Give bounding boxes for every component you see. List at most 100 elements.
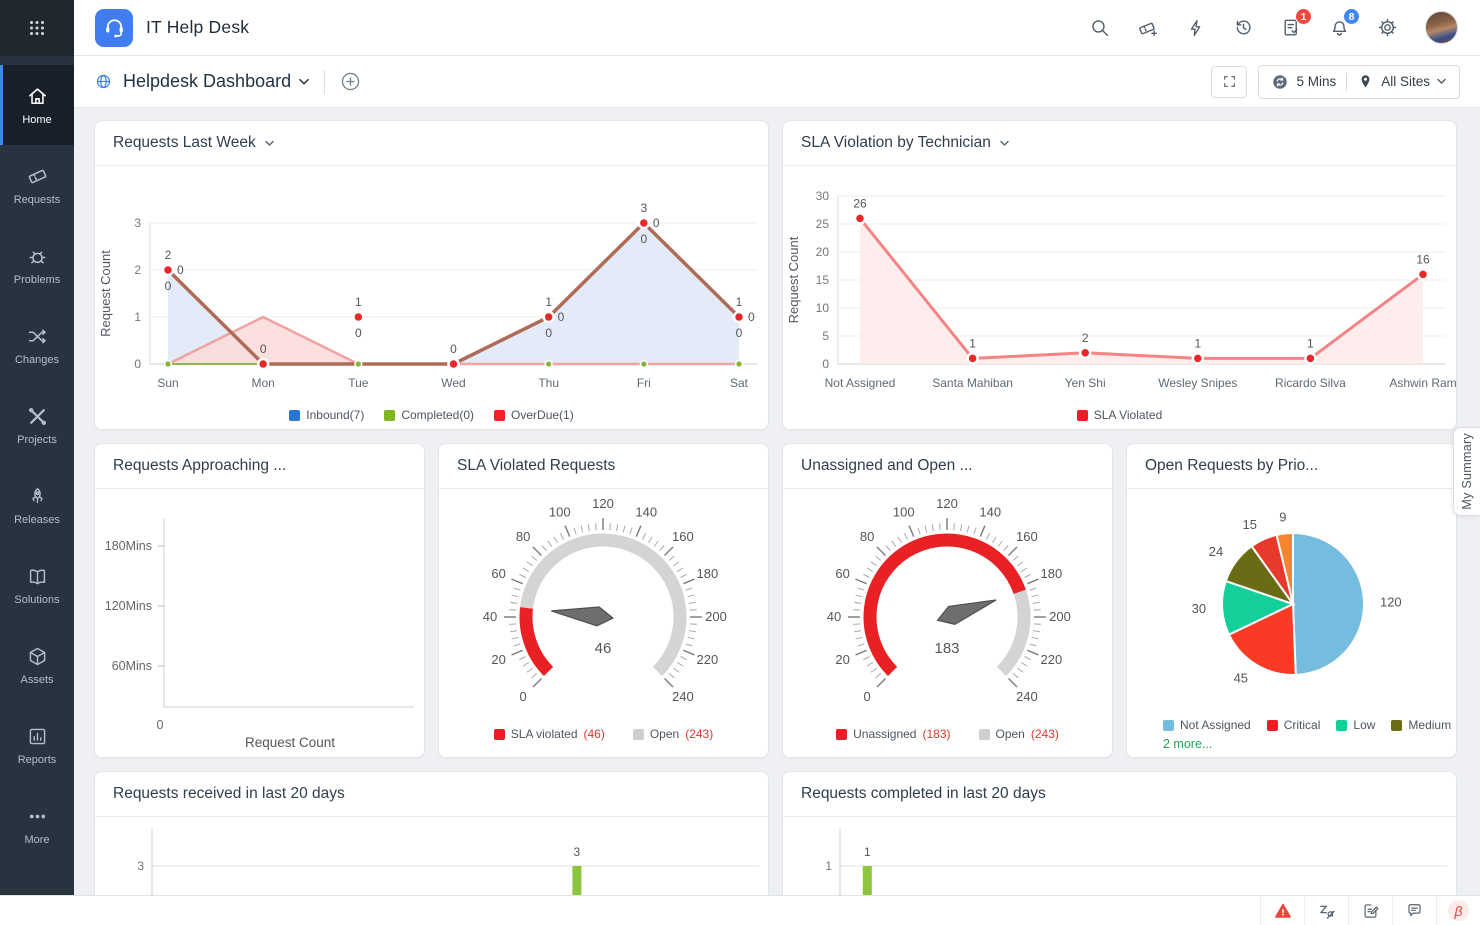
approvals-button[interactable]: 1 bbox=[1281, 8, 1312, 38]
legend-item[interactable]: Completed(0) bbox=[384, 408, 474, 422]
sidebar-item-changes[interactable]: Changes bbox=[0, 305, 74, 385]
legend-value: (183) bbox=[922, 727, 951, 741]
sla-violated-requests-legend: SLA violated (46) Open (243) bbox=[439, 719, 768, 749]
history-button[interactable] bbox=[1233, 17, 1254, 38]
requests-last-week-svg: 0123Request Count 2000100100300100Sun Mon T… bbox=[98, 201, 757, 390]
legend-item[interactable]: Open (243) bbox=[978, 727, 1059, 741]
fullscreen-button[interactable] bbox=[1211, 65, 1248, 98]
apps-grid-button[interactable] bbox=[0, 0, 74, 56]
svg-text:45: 45 bbox=[1234, 670, 1248, 685]
svg-text:240: 240 bbox=[1016, 689, 1038, 704]
svg-text:120: 120 bbox=[592, 496, 614, 511]
settings-button[interactable] bbox=[1377, 17, 1398, 38]
legend-value: (243) bbox=[685, 727, 714, 741]
svg-text:0: 0 bbox=[748, 310, 755, 324]
sidebar-item-solutions[interactable]: Solutions bbox=[0, 545, 74, 625]
requests-last-week-chart: 0 1 2 3 Request Count 2 0 0 0 1 0 0 1 0 0 3 0 0 1 0 0 Sun Mon T… bbox=[95, 166, 768, 429]
divider bbox=[324, 69, 326, 94]
feedback-compose-button[interactable] bbox=[1348, 896, 1392, 925]
user-avatar[interactable] bbox=[1425, 11, 1458, 44]
legend-item[interactable]: Medium bbox=[1391, 718, 1451, 732]
pie-legend-more-link[interactable]: 2 more... bbox=[1127, 737, 1456, 757]
card-menu-chevron[interactable] bbox=[999, 140, 1010, 147]
svg-text:0: 0 bbox=[558, 310, 565, 324]
refresh-icon[interactable] bbox=[1271, 73, 1289, 91]
chat-button[interactable] bbox=[1392, 896, 1436, 925]
legend-item[interactable]: Critical bbox=[1266, 718, 1321, 732]
sidebar-item-projects[interactable]: Projects bbox=[0, 385, 74, 465]
sla-violation-by-technician-legend: SLA Violated bbox=[783, 400, 1456, 429]
dashboard-controls: 5 Mins All Sites bbox=[1211, 64, 1460, 99]
legend-item[interactable]: Open (243) bbox=[632, 727, 714, 741]
legend-item[interactable]: Not Assigned bbox=[1163, 718, 1251, 732]
legend-item[interactable]: OverDue(1) bbox=[494, 408, 574, 422]
quick-create-button[interactable] bbox=[1137, 17, 1159, 39]
helpdesk-logo[interactable] bbox=[95, 8, 133, 47]
sidebar-label: Home bbox=[22, 113, 52, 126]
svg-text:1: 1 bbox=[545, 295, 552, 309]
alert-button[interactable] bbox=[1260, 896, 1304, 925]
legend-label: Open bbox=[649, 727, 680, 741]
sidebar-label: Solutions bbox=[14, 593, 60, 606]
sidebar-label: Requests bbox=[13, 193, 61, 206]
my-summary-tab[interactable]: My Summary bbox=[1453, 427, 1480, 516]
legend-label: Medium bbox=[1408, 718, 1452, 732]
legend-item[interactable]: Unassigned (183) bbox=[836, 727, 951, 741]
card-header: SLA Violated Requests bbox=[439, 444, 768, 489]
sidebar-item-problems[interactable]: Problems bbox=[0, 225, 74, 305]
card-requests-completed-20-days: Requests completed in last 20 days 1Requ… bbox=[782, 771, 1457, 895]
refresh-interval-label[interactable]: 5 Mins bbox=[1296, 74, 1336, 89]
legend-item[interactable]: Low bbox=[1336, 718, 1375, 732]
svg-text:0: 0 bbox=[653, 216, 660, 230]
notifications-button[interactable]: 8 bbox=[1329, 8, 1360, 38]
site-selector[interactable]: All Sites bbox=[1381, 74, 1430, 89]
svg-text:160: 160 bbox=[672, 529, 694, 544]
svg-text:2: 2 bbox=[1082, 331, 1089, 345]
card-menu-chevron[interactable] bbox=[264, 140, 275, 147]
legend-swatch bbox=[1076, 409, 1088, 421]
sidebar-item-requests[interactable]: Requests bbox=[0, 145, 74, 225]
svg-text:180: 180 bbox=[697, 566, 719, 581]
svg-text:Mon: Mon bbox=[251, 376, 274, 390]
svg-text:46: 46 bbox=[595, 640, 612, 657]
sidebar-item-releases[interactable]: Releases bbox=[0, 465, 74, 545]
card-title: Open Requests by Prio... bbox=[1145, 457, 1319, 474]
gear-icon bbox=[1378, 18, 1397, 37]
requests-completed-chart: 1Request Count1 bbox=[783, 817, 1456, 895]
svg-text:183: 183 bbox=[934, 640, 959, 657]
legend-item[interactable]: SLA Violated bbox=[1076, 408, 1162, 422]
sidebar-item-reports[interactable]: Reports bbox=[0, 705, 74, 785]
chevron-down-icon[interactable] bbox=[1436, 78, 1447, 85]
card-title: Requests Last Week bbox=[113, 134, 256, 151]
location-pin-icon bbox=[1361, 75, 1370, 88]
card-requests-received-20-days: Requests received in last 20 days 3Reque… bbox=[94, 771, 769, 895]
translate-button[interactable] bbox=[1304, 896, 1348, 925]
legend-item[interactable]: Inbound(7) bbox=[289, 408, 364, 422]
sla-violated-gauge: 0 20 40 60 80 100 120 140 160 180 200 220 240 46 SLA v… bbox=[439, 489, 768, 757]
svg-text:0: 0 bbox=[545, 326, 552, 340]
card-requests-approaching-sla: Requests Approaching ... 180Mins 120Mins 6… bbox=[94, 443, 425, 758]
sidebar-item-home[interactable]: Home bbox=[0, 65, 74, 145]
svg-text:0: 0 bbox=[134, 357, 141, 371]
chevron-down-icon[interactable] bbox=[298, 78, 310, 86]
svg-text:0: 0 bbox=[450, 342, 457, 356]
svg-text:20: 20 bbox=[816, 245, 830, 259]
quick-actions-button[interactable] bbox=[1186, 18, 1206, 38]
sidebar-item-assets[interactable]: Assets bbox=[0, 625, 74, 705]
legend-item[interactable]: SLA violated (46) bbox=[493, 727, 605, 741]
legend-label: Completed(0) bbox=[401, 408, 475, 422]
svg-text:Sun: Sun bbox=[157, 376, 178, 390]
add-dashboard-button[interactable] bbox=[339, 70, 362, 93]
sidebar-item-more[interactable]: More bbox=[0, 785, 74, 865]
legend-label: Critical bbox=[1283, 718, 1321, 732]
legend-swatch bbox=[494, 409, 506, 421]
search-button[interactable] bbox=[1089, 17, 1110, 38]
dashboard-title-dropdown[interactable]: Helpdesk Dashboard bbox=[123, 71, 291, 92]
svg-text:Tue: Tue bbox=[348, 376, 369, 390]
svg-text:25: 25 bbox=[816, 217, 830, 231]
svg-text:3: 3 bbox=[137, 859, 144, 873]
svg-text:40: 40 bbox=[483, 609, 497, 624]
my-summary-label: My Summary bbox=[1460, 433, 1474, 510]
beta-button[interactable]: β bbox=[1436, 896, 1480, 925]
card-sla-violated-requests: SLA Violated Requests 0 20 40 60 80 100 120 140… bbox=[438, 443, 769, 758]
